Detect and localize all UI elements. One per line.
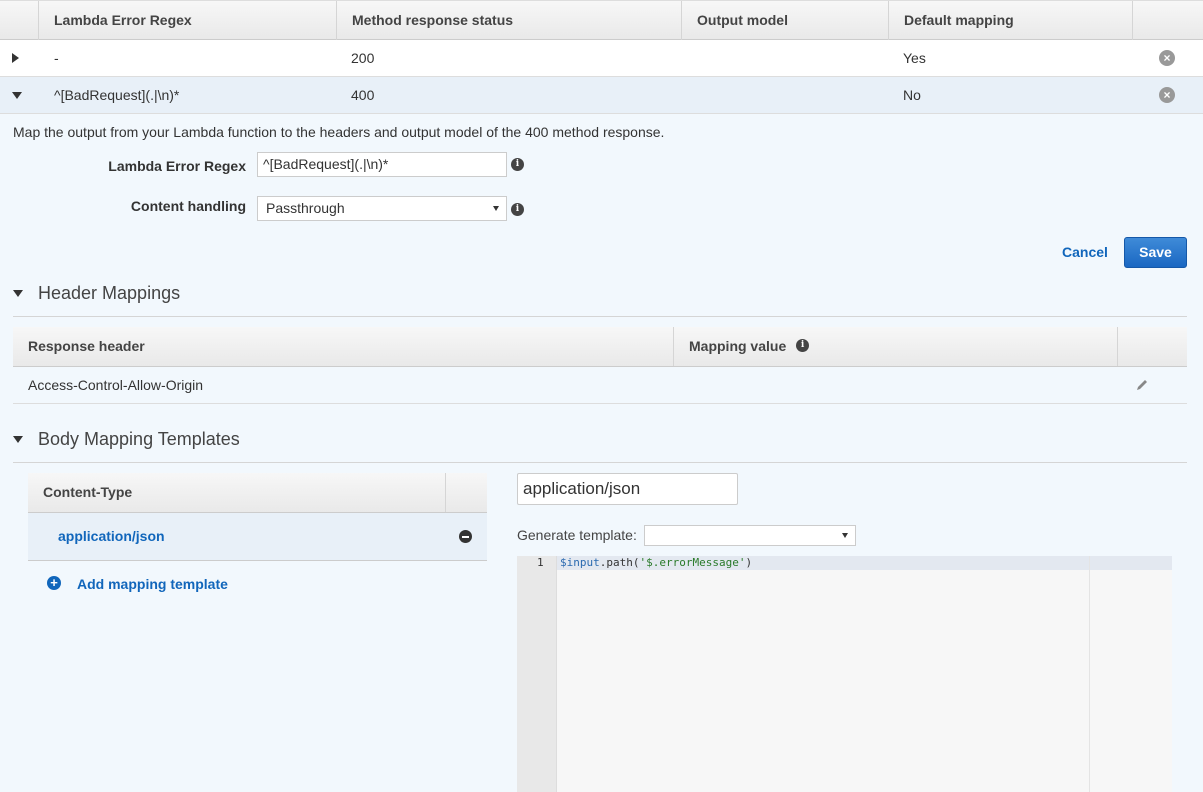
remove-response-icon[interactable]: × (1159, 50, 1175, 66)
info-icon[interactable]: i (796, 339, 810, 353)
body-mapping-title[interactable]: Body Mapping Templates (38, 429, 240, 450)
collapse-arrow-icon[interactable] (12, 92, 22, 99)
column-header-regex: Lambda Error Regex (38, 1, 336, 40)
column-header-status: Method response status (336, 1, 681, 40)
row-default-mapping: No (903, 87, 921, 103)
remove-template-icon[interactable] (459, 530, 472, 543)
code-line[interactable]: $input.path('$.errorMessage') (560, 556, 752, 570)
chevron-down-icon (493, 206, 499, 211)
content-handling-label: Content handling (130, 198, 246, 214)
template-editor[interactable]: 1 $input.path('$.errorMessage') (517, 556, 1172, 792)
add-icon[interactable]: + (47, 576, 61, 590)
pencil-icon[interactable] (1136, 378, 1149, 391)
column-header-actions (1132, 1, 1203, 40)
content-type-name-field[interactable]: application/json (517, 473, 738, 505)
column-header-default-mapping: Default mapping (888, 1, 1132, 40)
code-close: ) (745, 556, 753, 569)
regex-input[interactable]: ^[BadRequest](.|\n)* (257, 152, 507, 177)
column-header-mapping-value: Mapping value i (673, 327, 1117, 366)
collapse-arrow-icon[interactable] (13, 436, 23, 443)
header-mappings-table-header: Response header Mapping value i (13, 327, 1187, 367)
column-header-actions (445, 473, 487, 512)
mapping-value-label: Mapping value (689, 338, 787, 354)
cancel-button[interactable]: Cancel (1062, 244, 1108, 260)
code-string: '$.errorMessage' (639, 556, 746, 569)
chevron-down-icon (842, 533, 848, 538)
row-status: 400 (351, 87, 375, 103)
table-row[interactable]: Access-Control-Allow-Origin (13, 367, 1187, 404)
column-header-actions (1117, 327, 1187, 366)
regex-label: Lambda Error Regex (108, 158, 246, 174)
save-button[interactable]: Save (1124, 237, 1187, 268)
collapse-arrow-icon[interactable] (13, 290, 23, 297)
info-icon[interactable]: i (511, 158, 524, 171)
header-mappings-title[interactable]: Header Mappings (38, 283, 180, 304)
divider (13, 316, 1187, 317)
add-mapping-template-link[interactable]: Add mapping template (77, 576, 228, 592)
content-type-row[interactable]: application/json (28, 513, 487, 561)
editor-gutter: 1 (517, 556, 557, 792)
code-method: .path( (599, 556, 640, 569)
content-type-link[interactable]: application/json (58, 528, 165, 544)
line-number: 1 (537, 556, 544, 569)
info-icon[interactable]: i (511, 203, 524, 216)
row-regex: - (54, 50, 59, 66)
expand-arrow-icon[interactable] (12, 53, 19, 63)
generate-template-label: Generate template: (517, 527, 637, 543)
table-row[interactable]: - 200 Yes × (0, 40, 1203, 77)
column-header-response-header: Response header (28, 338, 145, 354)
generate-template-select[interactable] (644, 525, 856, 546)
divider (13, 462, 1187, 463)
content-type-table-header: Content-Type (28, 473, 487, 513)
column-header-output-model: Output model (681, 1, 888, 40)
remove-response-icon[interactable]: × (1159, 87, 1175, 103)
table-row[interactable]: ^[BadRequest](.|\n)* 400 No × (0, 77, 1203, 114)
row-default-mapping: Yes (903, 50, 926, 66)
row-status: 200 (351, 50, 375, 66)
print-margin (1089, 556, 1090, 792)
content-handling-value: Passthrough (266, 200, 345, 216)
code-variable: $input (560, 556, 600, 569)
content-handling-select[interactable]: Passthrough (257, 196, 507, 221)
responses-table-header: Lambda Error Regex Method response statu… (0, 0, 1203, 40)
column-header-content-type: Content-Type (43, 484, 133, 500)
row-regex: ^[BadRequest](.|\n)* (54, 87, 180, 103)
response-header-name: Access-Control-Allow-Origin (28, 377, 204, 393)
response-description: Map the output from your Lambda function… (13, 124, 665, 140)
